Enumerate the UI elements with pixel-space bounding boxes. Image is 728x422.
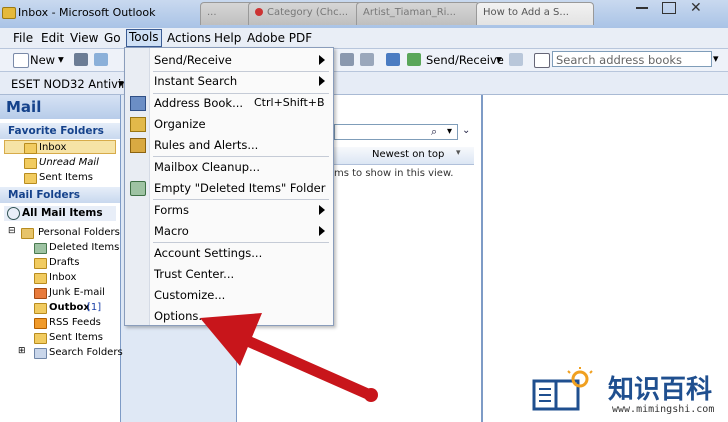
watermark-brand: 知识百科 bbox=[608, 375, 713, 405]
watermark-url: www.mimingshi.com bbox=[612, 404, 715, 415]
watermark-logo: 知识百科 www.mimingshi.com bbox=[522, 363, 728, 422]
red-arrow-annotation bbox=[200, 313, 378, 402]
book-lightbulb-icon bbox=[532, 367, 593, 411]
arrow-tail-dot bbox=[364, 388, 378, 402]
arrow-shaft bbox=[244, 336, 376, 401]
